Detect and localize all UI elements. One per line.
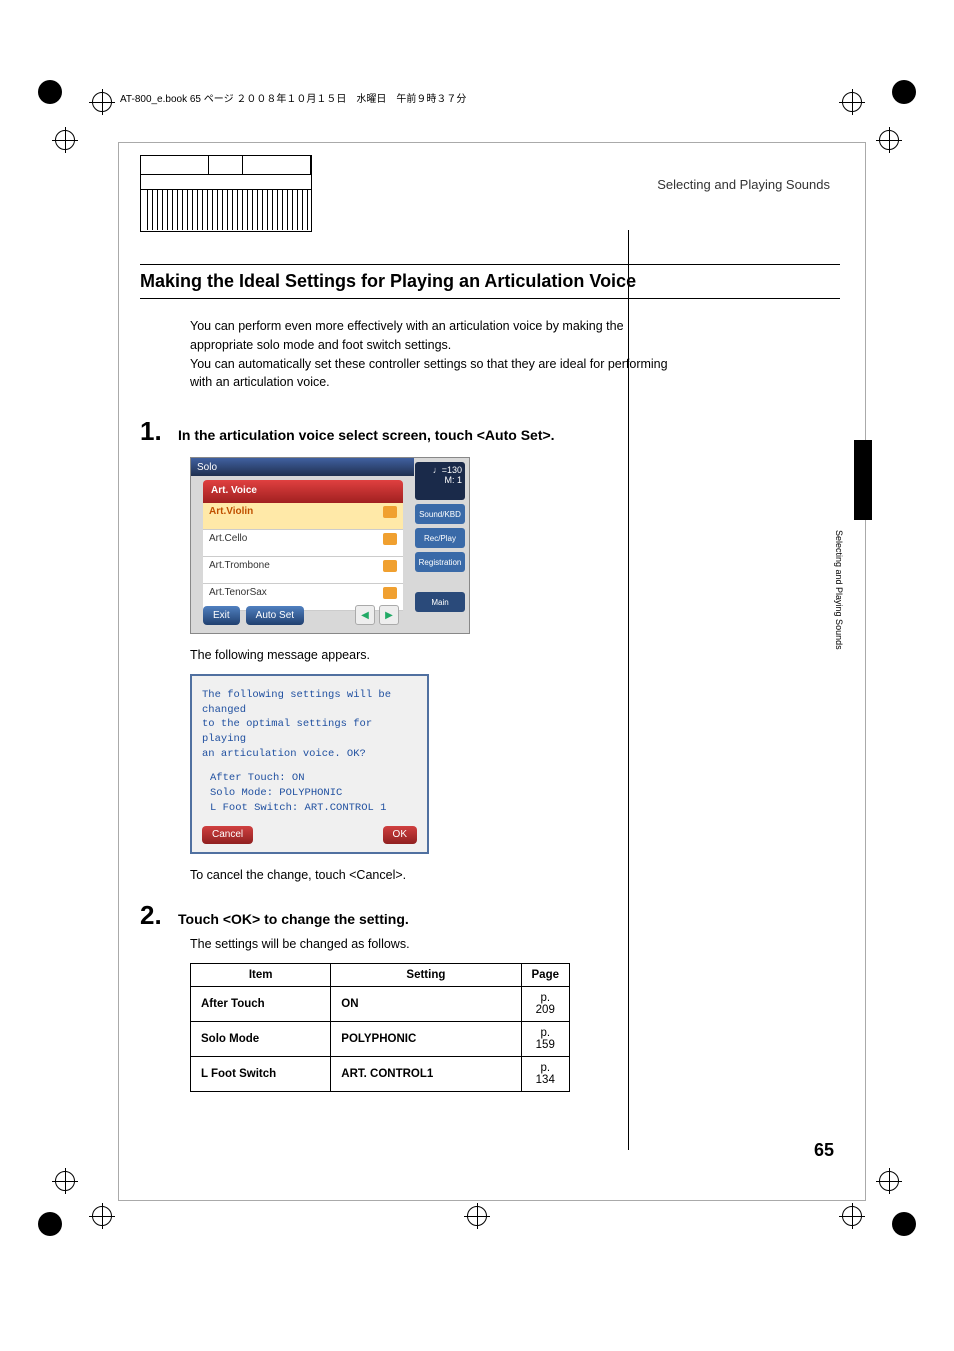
registration-mark-icon xyxy=(467,1206,487,1226)
step-instruction: Touch <OK> to change the setting. xyxy=(178,911,840,927)
cell: After Touch xyxy=(201,998,265,1010)
registration-mark-icon xyxy=(879,130,899,150)
main-button[interactable]: Main xyxy=(415,592,465,612)
table-row: After Touch ON p. 209 xyxy=(191,986,570,1021)
step-2: 2. Touch <OK> to change the setting. xyxy=(140,900,840,931)
registration-mark-icon xyxy=(55,130,75,150)
table-row: Solo Mode POLYPHONIC p. 159 xyxy=(191,1021,570,1056)
list-item-label: Art.Cello xyxy=(209,533,247,544)
corner-dot-icon xyxy=(38,80,62,104)
step-number: 2. xyxy=(140,900,178,931)
dialog-text: to the optimal settings for playing xyxy=(202,717,417,746)
corner-dot-icon xyxy=(38,1212,62,1236)
art-badge-icon xyxy=(383,506,397,518)
section-tab xyxy=(854,440,872,520)
step-note: The following message appears. xyxy=(190,648,840,662)
registration-mark-icon xyxy=(879,1171,899,1191)
intro-p1: You can perform even more effectively wi… xyxy=(190,319,624,352)
list-item-label: Art.TenorSax xyxy=(209,587,267,598)
page: Selecting and Playing Sounds AT-800_e.bo… xyxy=(0,0,954,1351)
sound-kbd-button[interactable]: Sound/KBD xyxy=(415,504,465,524)
registration-mark-icon xyxy=(842,92,862,112)
registration-mark-icon xyxy=(55,1171,75,1191)
product-diagram-icon xyxy=(140,155,312,232)
ok-button[interactable]: OK xyxy=(383,826,417,844)
measure-value: M: 1 xyxy=(418,475,462,485)
next-page-button[interactable]: ▶ xyxy=(379,605,399,625)
voice-select-screenshot: Solo Art. Voice P.1/1 Art.Violin Art.Cel… xyxy=(190,457,470,634)
art-badge-icon xyxy=(383,587,397,599)
table-header: Setting xyxy=(331,963,521,986)
list-item[interactable]: Art.Trombone xyxy=(203,557,403,584)
cancel-note: To cancel the change, touch <Cancel>. xyxy=(190,868,840,882)
ss1-title: Solo xyxy=(197,462,217,473)
dialog-setting: Solo Mode: POLYPHONIC xyxy=(210,786,417,801)
list-item-label: Art.Trombone xyxy=(209,560,270,571)
list-item-label: Art.Violin xyxy=(209,506,253,517)
step-1: 1. In the articulation voice select scre… xyxy=(140,416,840,447)
art-badge-icon xyxy=(383,533,397,545)
step-number: 1. xyxy=(140,416,178,447)
file-header: AT-800_e.book 65 ページ ２００８年１０月１５日 水曜日 午前９… xyxy=(120,90,840,105)
ss1-voice-list: Art.Violin Art.Cello Art.Trombone Art.Te… xyxy=(203,503,403,611)
cancel-button[interactable]: Cancel xyxy=(202,826,253,844)
cell: p. 159 xyxy=(521,1021,570,1056)
intro-p2: You can automatically set these controll… xyxy=(190,357,668,390)
corner-dot-icon xyxy=(892,1212,916,1236)
registration-mark-icon xyxy=(842,1206,862,1226)
confirm-dialog-screenshot: The following settings will be changed t… xyxy=(190,674,429,854)
tempo-value: ♩=130 xyxy=(418,465,462,475)
main-heading: Making the Ideal Settings for Playing an… xyxy=(140,264,840,299)
dialog-text: The following settings will be changed xyxy=(202,688,417,717)
registration-mark-icon xyxy=(92,1206,112,1226)
corner-dot-icon xyxy=(892,80,916,104)
cell: ON xyxy=(341,998,358,1010)
settings-table: Item Setting Page After Touch ON p. 209 … xyxy=(190,963,570,1092)
list-item[interactable]: Art.Cello xyxy=(203,530,403,557)
list-item[interactable]: Art.Violin xyxy=(203,503,403,530)
cell: ART. CONTROL1 xyxy=(341,1068,433,1080)
table-header: Page xyxy=(521,963,570,986)
art-badge-icon xyxy=(383,560,397,572)
cell: L Foot Switch xyxy=(201,1068,276,1080)
cell: Solo Mode xyxy=(201,1033,259,1045)
section-header: Selecting and Playing Sounds xyxy=(312,177,840,192)
step-note: The settings will be changed as follows. xyxy=(190,937,840,951)
intro-text: You can perform even more effectively wi… xyxy=(190,317,680,392)
auto-set-button[interactable]: Auto Set xyxy=(246,606,304,625)
dialog-text: an articulation voice. OK? xyxy=(202,747,417,762)
cell: p. 134 xyxy=(521,1056,570,1091)
registration-button[interactable]: Registration xyxy=(415,552,465,572)
exit-button[interactable]: Exit xyxy=(203,606,240,625)
dialog-setting: L Foot Switch: ART.CONTROL 1 xyxy=(210,801,417,816)
step-instruction: In the articulation voice select screen,… xyxy=(178,427,840,443)
ss1-tab[interactable]: Art. Voice xyxy=(203,480,403,503)
cell: POLYPHONIC xyxy=(341,1033,416,1045)
rec-play-button[interactable]: Rec/Play xyxy=(415,528,465,548)
cell: p. 209 xyxy=(521,986,570,1021)
registration-mark-icon xyxy=(92,92,112,112)
table-header: Item xyxy=(191,963,331,986)
dialog-setting: After Touch: ON xyxy=(210,771,417,786)
prev-page-button[interactable]: ◀ xyxy=(355,605,375,625)
page-number: 65 xyxy=(814,1140,834,1161)
table-row: L Foot Switch ART. CONTROL1 p. 134 xyxy=(191,1056,570,1091)
tempo-display: ♩=130 M: 1 xyxy=(415,462,465,500)
